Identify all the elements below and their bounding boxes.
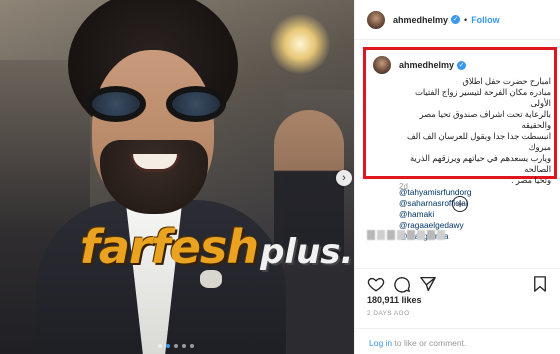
verified-icon: ✓ — [457, 60, 467, 70]
share-icon[interactable] — [419, 275, 437, 293]
login-rest: to like or comment. — [392, 338, 467, 348]
caption-line: امبارح حضرت حفل اطلاق — [462, 76, 551, 86]
carousel-dots — [158, 344, 194, 348]
left-lens — [86, 86, 146, 122]
time-ago: 2d — [399, 182, 408, 191]
dot-separator: • — [464, 14, 468, 25]
carousel-dot — [166, 344, 170, 348]
avatar[interactable] — [367, 10, 385, 29]
watermark-sub: plus.com — [260, 232, 354, 272]
watermark-logo: farfesh plus.com — [80, 220, 354, 274]
mention-link[interactable]: @hamaki — [399, 209, 551, 220]
load-more-icon[interactable]: + — [452, 196, 468, 212]
action-bar — [355, 268, 560, 293]
heart-icon[interactable] — [367, 275, 385, 293]
login-prompt: Log in to like or comment. — [355, 328, 560, 354]
chandelier-light — [270, 14, 330, 74]
login-link[interactable]: Log in — [369, 338, 392, 348]
mention-link[interactable]: @tahyamisrfundorg — [399, 187, 551, 198]
carousel-dot — [174, 344, 178, 348]
post-sidebar: ahmedhelmy ✓ • Follow ahmedhelmy ✓ امبار… — [354, 0, 560, 354]
caption-author: ahmedhelmy ✓ — [373, 56, 551, 74]
verified-icon: ✓ — [451, 15, 461, 24]
watermark-main: farfesh — [80, 220, 259, 274]
carousel-next-icon[interactable]: › — [336, 170, 352, 186]
header-username[interactable]: ahmedhelmy — [393, 15, 448, 25]
caption-avatar[interactable] — [373, 56, 391, 74]
mention-link[interactable]: @saharnasrofficial — [399, 198, 551, 209]
right-lens — [166, 86, 226, 122]
caption-line: ويارب يسعدهم في حياتهم ويرزقهم الذرية ال… — [409, 153, 551, 174]
caption-username[interactable]: ahmedhelmy — [399, 60, 454, 70]
carousel-dot — [182, 344, 186, 348]
sunglasses — [86, 86, 226, 122]
carousel-dot — [158, 344, 162, 348]
caption-highlight-box: ahmedhelmy ✓ امبارح حضرت حفل اطلاق مبادره… — [363, 47, 557, 241]
caption-text: امبارح حضرت حفل اطلاق مبادره مكان الفرحة … — [399, 76, 551, 186]
like-count[interactable]: 180,911 likes — [367, 295, 422, 305]
blurred-commenter — [367, 230, 445, 240]
comment-icon[interactable] — [393, 275, 411, 293]
caption-comment: ahmedhelmy ✓ امبارح حضرت حفل اطلاق مبادره… — [373, 56, 551, 242]
caption-line: مبادره مكان الفرحة لتيسير زواج الفتيات ا… — [415, 87, 551, 108]
caption-line: وتحيا مصر . — [511, 175, 551, 185]
post-photo[interactable]: farfesh plus.com › — [0, 0, 354, 354]
bookmark-icon[interactable] — [531, 275, 549, 293]
post-date: 2 DAYS AGO — [367, 310, 410, 317]
follow-button[interactable]: Follow — [471, 15, 500, 25]
caption-line: بالرعاية تحت اشراف صندوق تحيا مصر والحقي… — [419, 109, 551, 130]
carousel-dot — [190, 344, 194, 348]
post-header: ahmedhelmy ✓ • Follow — [355, 0, 560, 40]
caption-line: انبسطت جدا جدا وبقول للعرسان الف الف مبر… — [407, 131, 551, 152]
